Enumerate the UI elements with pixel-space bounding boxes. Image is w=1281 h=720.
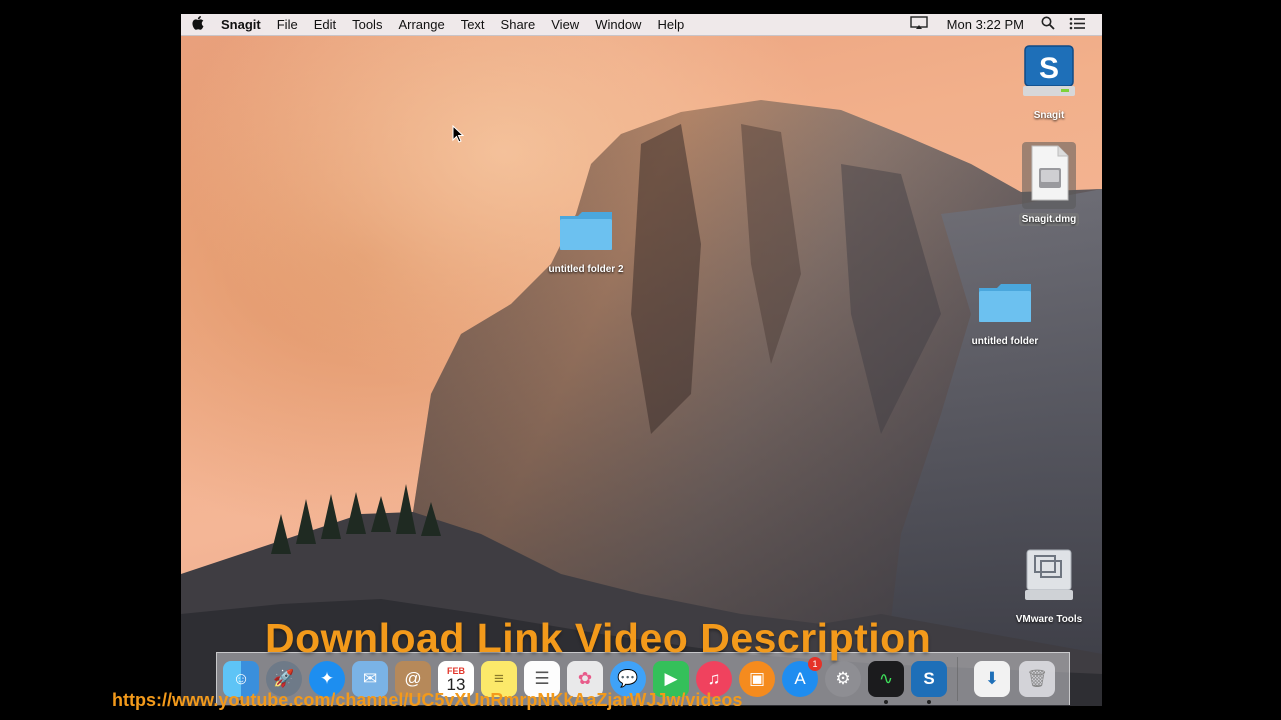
menu-clock[interactable]: Mon 3:22 PM — [937, 17, 1034, 32]
menu-tools[interactable]: Tools — [344, 14, 390, 35]
menu-help[interactable]: Help — [649, 14, 692, 35]
selection-highlight — [1022, 142, 1076, 209]
mac-desktop-screen: Snagit File Edit Tools Arrange Text Shar… — [181, 14, 1102, 706]
menu-edit[interactable]: Edit — [306, 14, 344, 35]
dock-snagit-icon[interactable]: S — [911, 661, 947, 704]
menu-window[interactable]: Window — [587, 14, 649, 35]
desktop-icon-untitled-folder[interactable]: untitled folder — [960, 280, 1050, 349]
desktop-icon-label: untitled folder 2 — [548, 264, 624, 275]
menu-arrange[interactable]: Arrange — [390, 14, 452, 35]
running-indicator — [927, 700, 931, 704]
desktop-wallpaper — [181, 14, 1102, 706]
airplay-display-icon[interactable] — [909, 16, 930, 33]
desktop-icon-label: untitled folder — [971, 336, 1039, 347]
app-menu-snagit[interactable]: Snagit — [215, 14, 269, 35]
desktop-icon-label: Snagit — [1033, 110, 1065, 121]
menu-file[interactable]: File — [269, 14, 306, 35]
desktop-icon-snagit-dmg[interactable]: Snagit.dmg — [1015, 142, 1083, 227]
svg-text:S: S — [1039, 52, 1059, 85]
apple-menu-icon[interactable] — [181, 16, 215, 33]
menu-share[interactable]: Share — [493, 14, 544, 35]
menu-view[interactable]: View — [543, 14, 587, 35]
desktop-icon-snagit[interactable]: S Snagit — [1017, 42, 1081, 123]
dock-system-preferences-icon[interactable]: ⚙ — [825, 661, 861, 697]
menu-text[interactable]: Text — [453, 14, 493, 35]
dock-trash-icon[interactable]: 🗑 — [1019, 661, 1055, 697]
dock-downloads-icon[interactable]: ⬇ — [974, 661, 1010, 697]
dock-ibooks-icon[interactable]: ▣ — [739, 661, 775, 697]
folder-icon — [979, 284, 1031, 322]
overlay-url: https://www.youtube.com/channel/UC5vXUnR… — [112, 690, 743, 710]
dock-app-store-icon[interactable]: A1 — [782, 657, 822, 697]
status-area: Mon 3:22 PM — [903, 16, 1092, 33]
spotlight-search-icon[interactable] — [1041, 16, 1055, 33]
dock-separator — [957, 657, 958, 701]
folder-icon — [560, 212, 612, 250]
overlay-title: Download Link Video Description — [265, 615, 932, 661]
desktop-icon-label: VMware Tools — [1015, 614, 1083, 625]
desktop-icon-vmware-tools[interactable]: VMware Tools — [1007, 546, 1091, 627]
desktop-icon-untitled-folder-2[interactable]: untitled folder 2 — [541, 208, 631, 277]
calendar-month: FEB — [447, 665, 465, 676]
notification-center-icon[interactable] — [1069, 17, 1085, 33]
desktop-icon-label: Snagit.dmg — [1018, 213, 1080, 226]
snagit-drive-icon: S — [1023, 45, 1075, 96]
disk-image-icon — [1031, 145, 1069, 201]
running-indicator — [884, 700, 888, 704]
menu-bar: Snagit File Edit Tools Arrange Text Shar… — [181, 14, 1102, 36]
vmware-tools-drive-icon — [1025, 549, 1073, 600]
mouse-cursor-icon — [452, 125, 464, 143]
dock-activity-monitor-icon[interactable]: ∿ — [868, 661, 904, 704]
